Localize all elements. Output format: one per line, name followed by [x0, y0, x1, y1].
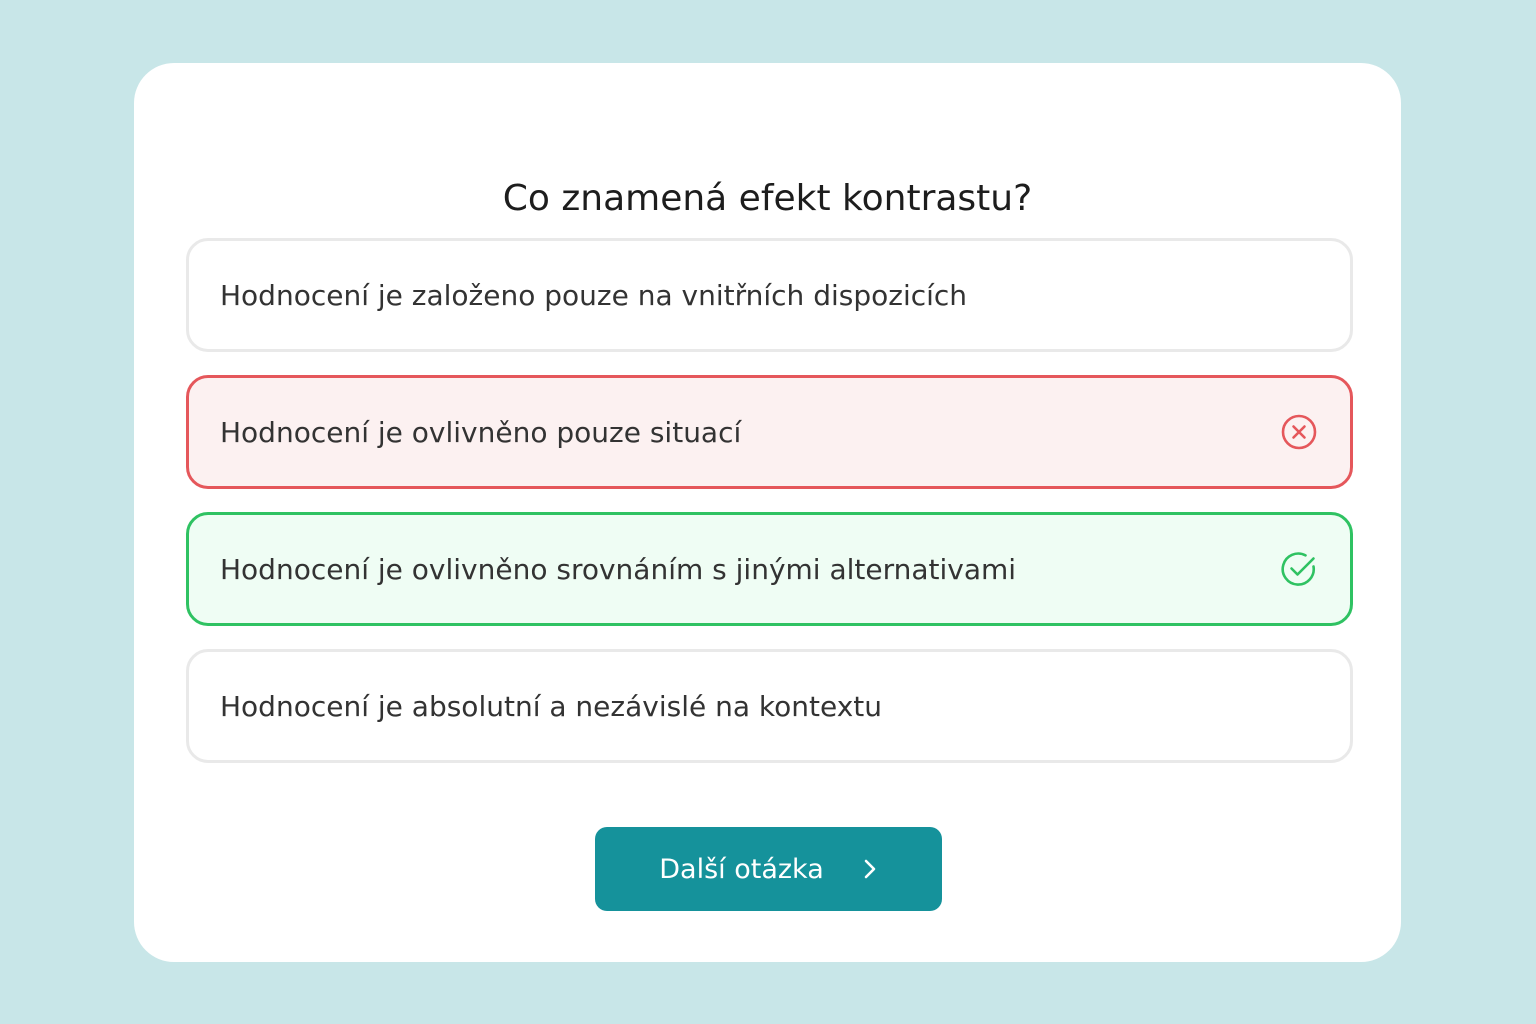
check-circle-icon [1280, 550, 1318, 588]
answer-option-label: Hodnocení je absolutní a nezávislé na ko… [220, 689, 883, 723]
chevron-right-icon [862, 858, 878, 880]
next-question-label: Další otázka [659, 853, 824, 885]
answer-option-4[interactable]: Hodnocení je absolutní a nezávislé na ko… [186, 649, 1353, 763]
answer-option-label: Hodnocení je ovlivněno srovnáním s jiným… [220, 552, 1017, 586]
answer-option-label: Hodnocení je ovlivněno pouze situací [220, 415, 742, 449]
answer-options: Hodnocení je založeno pouze na vnitřních… [186, 238, 1353, 786]
question-title: Co znamená efekt kontrastu? [502, 178, 1033, 219]
answer-option-2[interactable]: Hodnocení je ovlivněno pouze situací [186, 375, 1353, 489]
answer-option-1[interactable]: Hodnocení je založeno pouze na vnitřních… [186, 238, 1353, 352]
quiz-card: Co znamená efekt kontrastu? Hodnocení je… [134, 63, 1401, 962]
x-circle-icon [1280, 413, 1318, 451]
answer-option-3[interactable]: Hodnocení je ovlivněno srovnáním s jiným… [186, 512, 1353, 626]
next-question-button[interactable]: Další otázka [595, 827, 942, 911]
answer-option-label: Hodnocení je založeno pouze na vnitřních… [220, 278, 968, 312]
